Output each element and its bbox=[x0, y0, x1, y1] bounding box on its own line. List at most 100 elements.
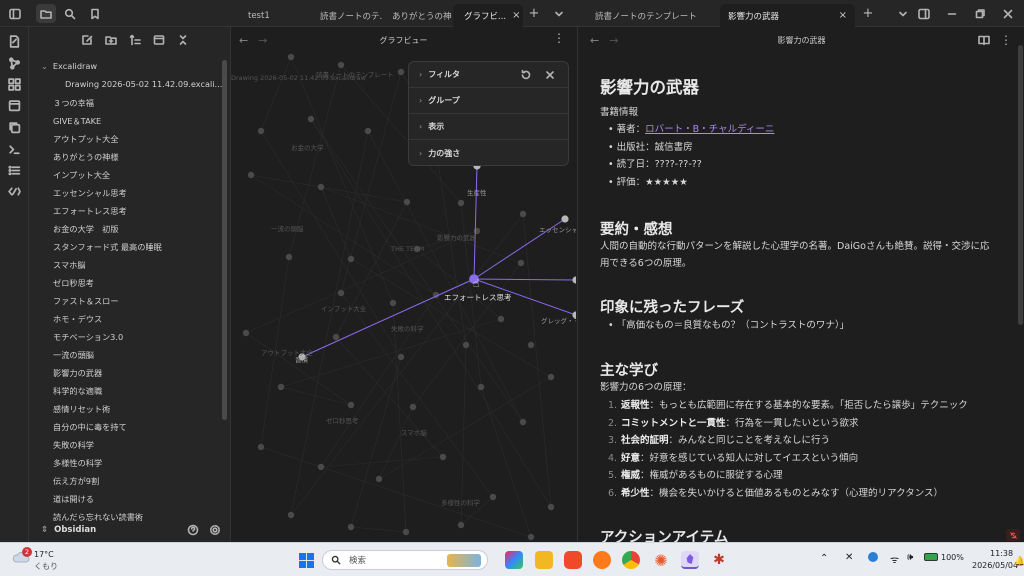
new-note-icon[interactable] bbox=[81, 34, 93, 46]
file-item[interactable]: インプット大全 bbox=[53, 169, 110, 181]
graph-node[interactable] bbox=[347, 255, 355, 263]
new-tab-icon[interactable]: + bbox=[524, 4, 544, 23]
graph-node[interactable] bbox=[397, 68, 405, 76]
close-icon[interactable] bbox=[544, 69, 556, 81]
file-item[interactable]: Drawing 2026-05-02 11.42.09.excali... bbox=[65, 79, 222, 89]
graph-icon[interactable] bbox=[8, 57, 21, 70]
reading-mode-icon[interactable] bbox=[978, 34, 990, 46]
graph-node[interactable] bbox=[519, 210, 527, 218]
graph-node[interactable] bbox=[497, 315, 505, 323]
graph-node[interactable] bbox=[409, 403, 417, 411]
graph-node[interactable] bbox=[527, 533, 535, 541]
brave-browser-icon[interactable] bbox=[564, 551, 582, 569]
graph-node[interactable] bbox=[277, 383, 285, 391]
graph-node[interactable] bbox=[317, 463, 325, 471]
settings-icon[interactable] bbox=[209, 524, 221, 536]
graph-node[interactable] bbox=[347, 401, 355, 409]
minimize-icon[interactable] bbox=[942, 4, 962, 23]
graph-node[interactable] bbox=[457, 521, 465, 529]
terminal-icon[interactable] bbox=[8, 143, 21, 156]
sync-error-icon[interactable] bbox=[1006, 529, 1020, 541]
graph-node[interactable] bbox=[389, 299, 397, 307]
folder-excalidraw[interactable]: ⌄ Excalidraw bbox=[41, 61, 97, 71]
graph-node[interactable] bbox=[527, 341, 535, 349]
graph-node[interactable] bbox=[287, 511, 295, 519]
file-icon[interactable] bbox=[8, 35, 21, 48]
clock-date[interactable]: 2026/05/04 bbox=[972, 561, 1018, 570]
file-item[interactable]: スマホ脳 bbox=[53, 259, 86, 271]
file-item[interactable]: GIVE＆TAKE bbox=[53, 115, 101, 127]
graph-node[interactable] bbox=[347, 523, 355, 531]
file-item[interactable]: ありがとうの神様 bbox=[53, 151, 119, 163]
file-item[interactable]: 読んだら忘れない読書術 bbox=[53, 511, 143, 523]
panel-section-groups[interactable]: › グループ bbox=[409, 88, 568, 114]
graph-node-linked[interactable] bbox=[561, 215, 569, 223]
bookmark-icon[interactable] bbox=[85, 4, 105, 23]
wifi-icon[interactable]: ᯤ bbox=[890, 552, 899, 566]
graph-node[interactable] bbox=[547, 503, 555, 511]
file-item[interactable]: ホモ・デウス bbox=[53, 313, 102, 325]
search-icon[interactable] bbox=[60, 4, 80, 23]
file-item[interactable]: モチベーション3.0 bbox=[53, 331, 123, 343]
more-options-icon[interactable]: ⋮ bbox=[1000, 33, 1012, 47]
graph-node[interactable] bbox=[439, 453, 447, 461]
file-item[interactable]: 一流の頭脳 bbox=[53, 349, 94, 361]
file-explorer-icon[interactable] bbox=[36, 4, 56, 23]
graph-node[interactable] bbox=[287, 53, 295, 61]
chrome-icon[interactable] bbox=[622, 551, 640, 569]
graph-node[interactable] bbox=[247, 171, 255, 179]
calendar-icon[interactable] bbox=[8, 99, 21, 112]
graph-node-linked[interactable] bbox=[572, 276, 576, 284]
graph-node[interactable] bbox=[375, 475, 383, 483]
claude-icon[interactable]: ✺ bbox=[652, 551, 670, 570]
file-item[interactable]: ファスト＆スロー bbox=[53, 295, 119, 307]
panel-section-forces[interactable]: › 力の強さ bbox=[409, 140, 568, 166]
file-explorer-taskbar-icon[interactable] bbox=[535, 551, 553, 569]
file-item[interactable]: お金の大学 初版 bbox=[53, 223, 119, 235]
clock-time[interactable]: 11:38 bbox=[990, 549, 1013, 558]
volume-icon[interactable]: 🕪 bbox=[907, 552, 913, 563]
file-item[interactable]: 自分の中に毒を持て bbox=[53, 421, 127, 433]
file-item[interactable]: エッセンシャル思考 bbox=[53, 187, 127, 199]
graph-node[interactable] bbox=[337, 61, 345, 69]
graph-node[interactable] bbox=[402, 528, 410, 536]
file-item[interactable]: 道は開ける bbox=[53, 493, 94, 505]
new-tab-icon[interactable]: + bbox=[858, 4, 878, 23]
file-item[interactable]: ３つの幸福 bbox=[53, 97, 94, 109]
file-item[interactable]: 影響力の武器 bbox=[53, 367, 102, 379]
graph-node[interactable] bbox=[337, 289, 345, 297]
cloud-weather-icon[interactable]: 2 bbox=[12, 547, 32, 564]
graph-node[interactable] bbox=[285, 253, 293, 261]
reset-icon[interactable] bbox=[520, 69, 532, 81]
graph-node[interactable] bbox=[317, 183, 325, 191]
window-close-icon[interactable] bbox=[998, 4, 1018, 23]
close-icon[interactable]: ✕ bbox=[845, 552, 853, 563]
code-percent-icon[interactable] bbox=[8, 185, 21, 198]
file-item[interactable]: スタンフォード式 最高の睡眠 bbox=[53, 241, 162, 253]
obsidian-taskbar-icon[interactable] bbox=[681, 551, 699, 569]
tab-test1[interactable]: test1 bbox=[240, 4, 310, 27]
close-icon[interactable]: × bbox=[512, 10, 520, 21]
tab-graph-view[interactable]: グラフビ... × bbox=[453, 4, 523, 27]
graph-node[interactable] bbox=[519, 418, 527, 426]
graph-node[interactable] bbox=[257, 127, 265, 135]
scrollbar[interactable] bbox=[222, 60, 227, 420]
file-item[interactable]: 伝え方が9割 bbox=[53, 475, 99, 487]
file-item[interactable]: 失敗の科学 bbox=[53, 439, 94, 451]
tab-reading-template-right[interactable]: 読書ノートのテンプレート bbox=[587, 4, 717, 27]
help-icon[interactable] bbox=[187, 524, 199, 536]
author-link[interactable]: ロバート・B・チャルディーニ bbox=[645, 124, 774, 135]
graph-node[interactable] bbox=[307, 115, 315, 123]
network-app-icon[interactable] bbox=[868, 552, 878, 562]
graph-node[interactable] bbox=[547, 373, 555, 381]
graph-node[interactable] bbox=[332, 333, 340, 341]
graph-node[interactable] bbox=[462, 341, 470, 349]
graph-node[interactable] bbox=[477, 383, 485, 391]
graph-node[interactable] bbox=[364, 127, 372, 135]
copilot-icon[interactable] bbox=[505, 551, 523, 569]
chevron-down-icon[interactable] bbox=[893, 4, 913, 23]
copy-icon[interactable] bbox=[8, 121, 21, 134]
file-item[interactable]: 感情リセット術 bbox=[53, 403, 110, 415]
app-icon[interactable]: ✱ bbox=[710, 551, 728, 569]
collapse-all-icon[interactable] bbox=[177, 34, 189, 46]
